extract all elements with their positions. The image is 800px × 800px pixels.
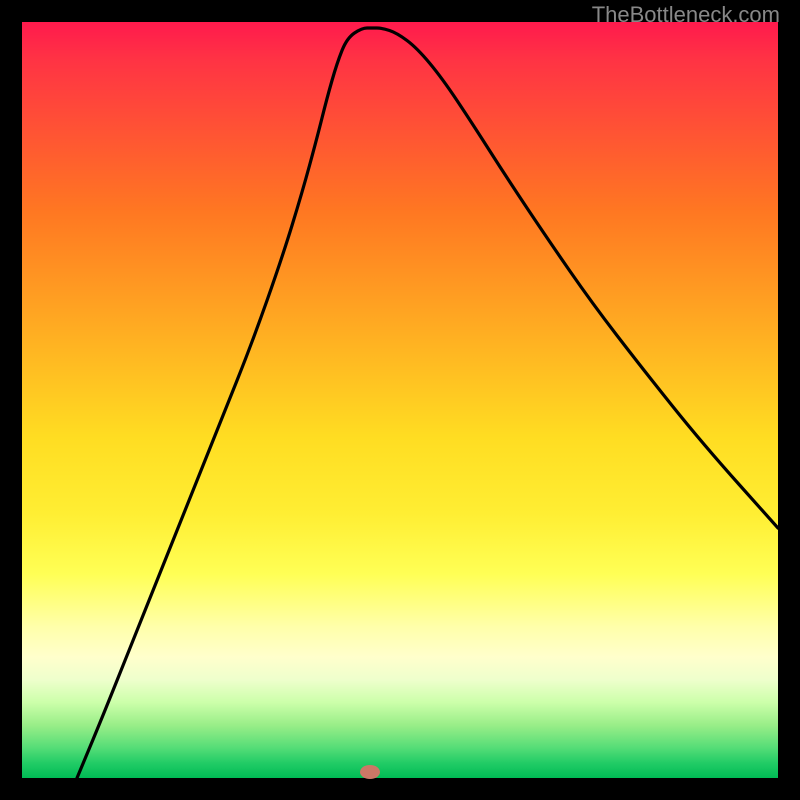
chart-plot-area [22, 22, 778, 778]
curve-svg [22, 22, 778, 778]
watermark-text: TheBottleneck.com [592, 2, 780, 28]
bottleneck-curve-line [77, 28, 778, 778]
minimum-marker [360, 765, 380, 779]
